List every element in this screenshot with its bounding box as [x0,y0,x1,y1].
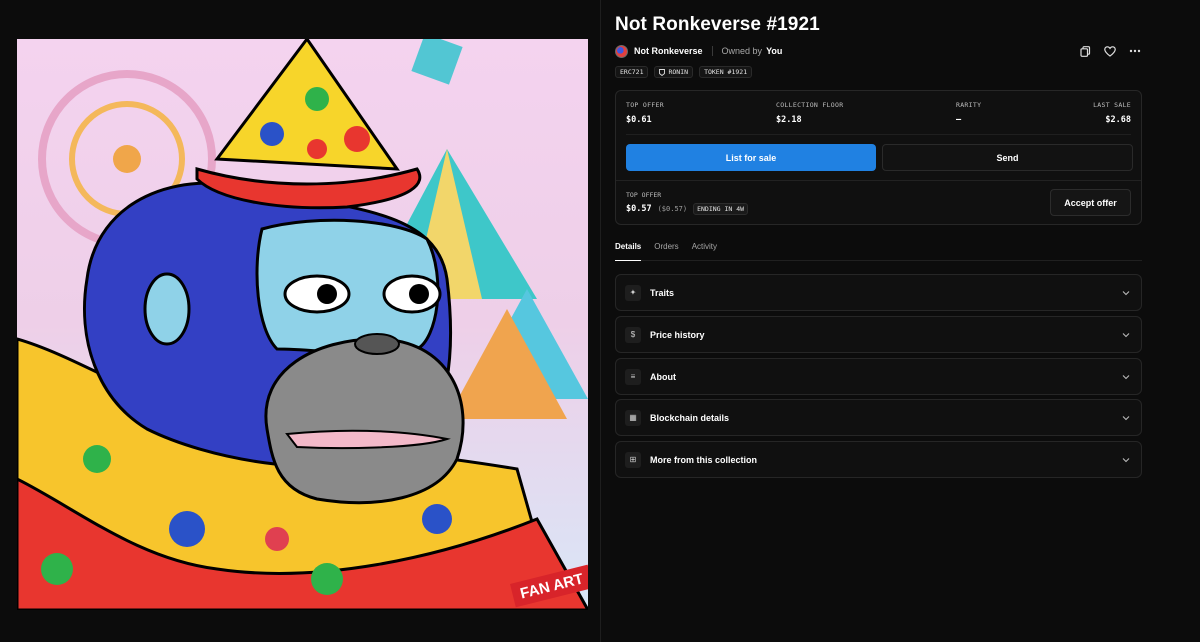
chain-label: RONIN [668,68,689,76]
section-more-from-collection[interactable]: ⊞ More from this collection [615,441,1142,478]
section-traits[interactable]: ✦ Traits [615,274,1142,311]
section-label: Price history [650,329,705,340]
chevron-down-icon [1122,375,1130,380]
chevron-down-icon [1122,416,1130,421]
divider [616,180,1141,181]
accept-offer-button[interactable]: Accept offer [1050,189,1131,216]
tab-activity[interactable]: Activity [692,240,717,260]
stats-row: TOP OFFER $0.61 COLLECTION FLOOR $2.18 R… [626,101,1131,133]
send-button[interactable]: Send [882,144,1133,171]
list-for-sale-button[interactable]: List for sale [626,144,876,171]
detail-tabs: Details Orders Activity [615,240,1142,261]
offer-ending-badge: ENDING IN 4W [693,203,749,215]
token-id-chip: TOKEN #1921 [699,66,753,78]
owner-link[interactable]: You [766,46,782,56]
chevron-down-icon [1122,291,1130,296]
section-label: Blockchain details [650,412,730,423]
best-offer-value: $0.57 [626,204,652,214]
best-offer-label: TOP OFFER [626,191,662,199]
media-panel: FAN ART [0,0,601,642]
stat-last-sale: LAST SALE $2.68 [1093,101,1131,125]
section-label: About [650,371,676,382]
doc-edit-icon: ≡ [625,368,641,385]
collection-avatar[interactable] [615,44,628,58]
chain-grid-icon: ▦ [625,409,641,426]
collection-link[interactable]: Not Ronkeverse [634,46,703,56]
copy-icon[interactable] [1079,45,1091,57]
heart-icon[interactable] [1104,45,1116,57]
chevron-down-icon [1122,458,1130,463]
ronin-shield-icon [659,68,666,76]
nft-image: FAN ART [17,39,588,610]
best-offer: TOP OFFER $0.57 ($0.57) ENDING IN 4W [626,191,749,215]
section-label: More from this collection [650,454,758,465]
dollar-icon: $ [625,326,641,343]
section-price-history[interactable]: $ Price history [615,316,1142,353]
tab-orders[interactable]: Orders [654,240,678,260]
meta-row: Not Ronkeverse Owned by You [615,44,782,58]
chevron-down-icon [1122,333,1130,338]
nft-title: Not Ronkeverse #1921 [615,14,820,35]
offer-card: TOP OFFER $0.61 COLLECTION FLOOR $2.18 R… [615,90,1142,225]
details-panel: Not Ronkeverse #1921 Not Ronkeverse Owne… [601,0,1200,642]
chain-chip: RONIN [654,66,694,78]
token-chips: ERC721 RONIN TOKEN #1921 [615,66,753,78]
standard-chip: ERC721 [615,66,649,78]
stat-collection-floor: COLLECTION FLOOR $2.18 [776,101,844,125]
section-blockchain-details[interactable]: ▦ Blockchain details [615,399,1142,436]
section-about[interactable]: ≡ About [615,358,1142,395]
divider [626,134,1131,135]
nft-artwork[interactable]: FAN ART [17,39,588,610]
more-options-icon[interactable] [1129,45,1141,57]
grid-icon: ⊞ [625,451,641,468]
sparkle-icon: ✦ [625,284,641,301]
section-label: Traits [650,287,675,298]
divider [711,46,713,56]
header-actions [1079,45,1141,57]
tab-details[interactable]: Details [615,240,642,261]
stat-top-offer: TOP OFFER $0.61 [626,101,664,125]
owned-by-label: Owned by [721,46,763,56]
stat-rarity: RARITY – [956,101,982,125]
best-offer-usd: ($0.57) [657,205,688,213]
